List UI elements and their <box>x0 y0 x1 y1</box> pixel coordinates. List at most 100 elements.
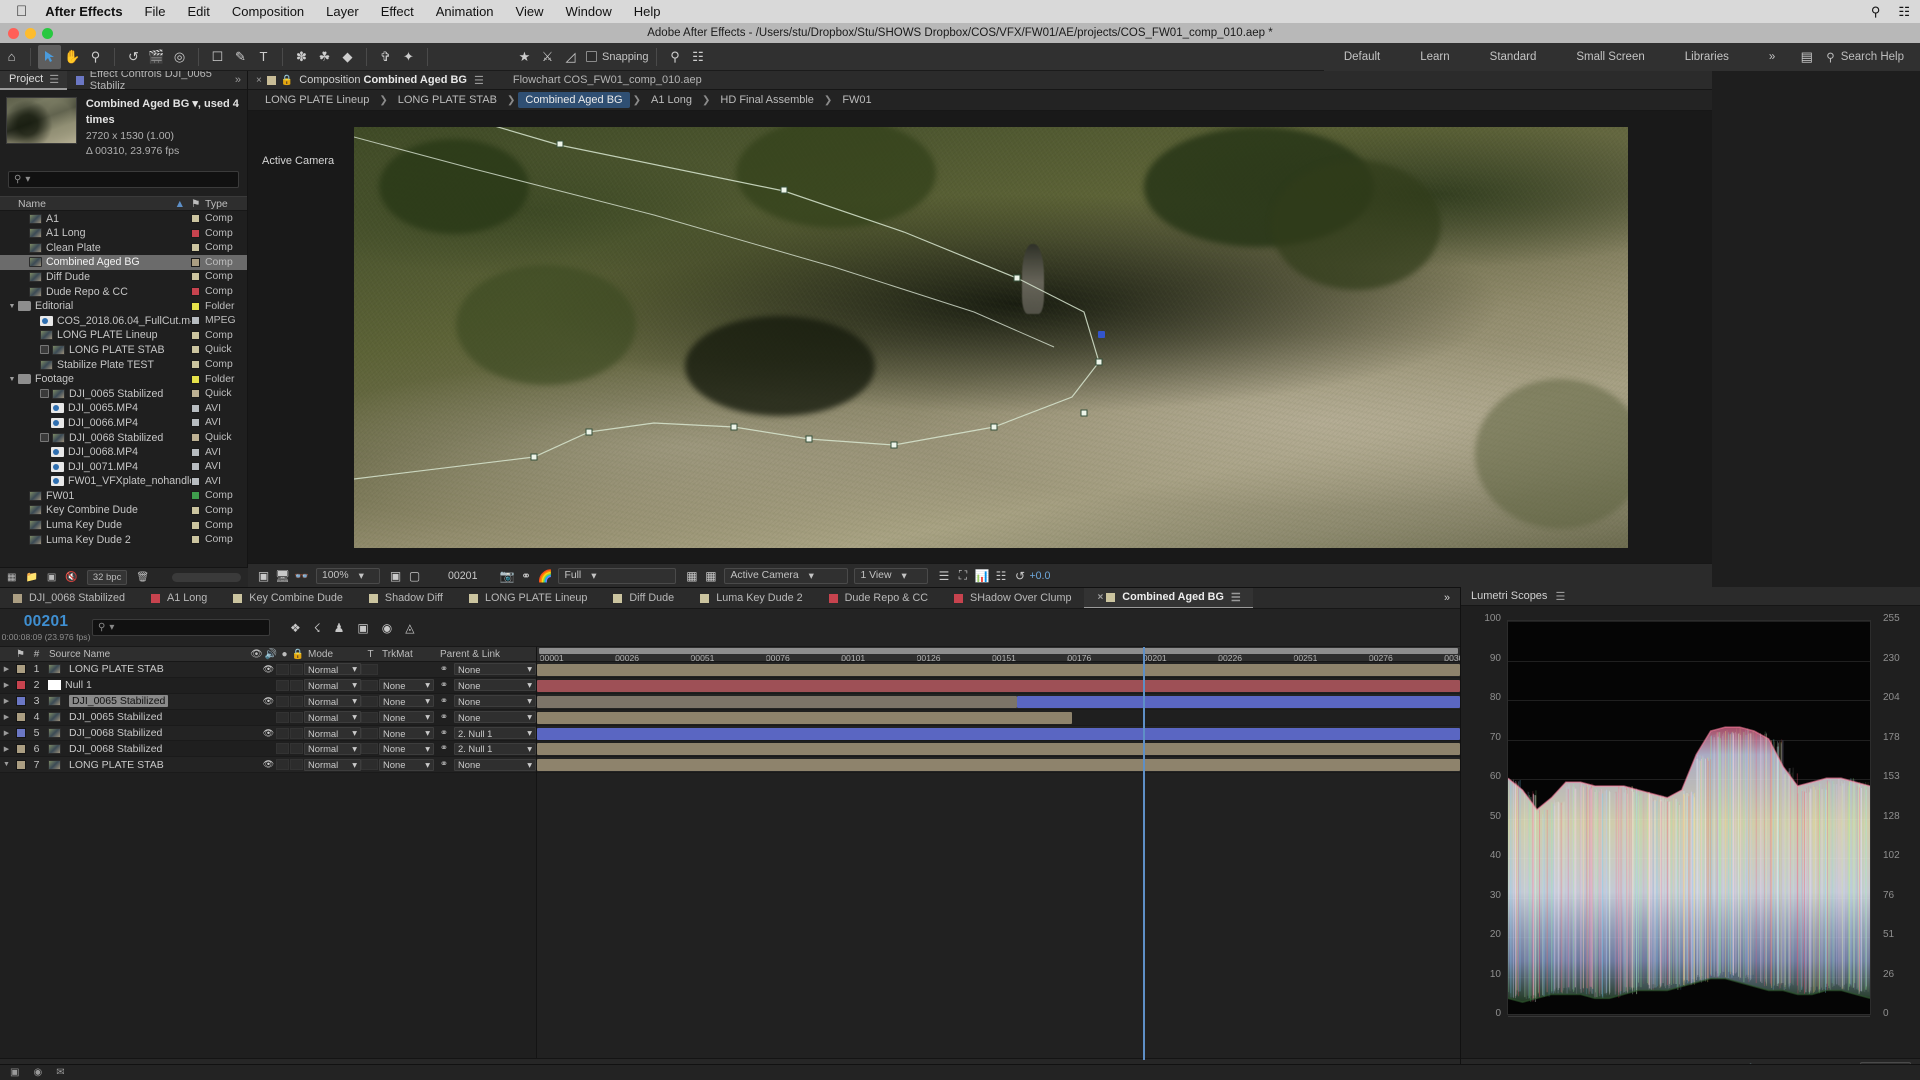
label-color-swatch[interactable] <box>191 521 205 530</box>
layer-trkmat-select[interactable]: None▾ <box>379 727 434 739</box>
project-item[interactable]: Clean PlateComp <box>0 241 247 256</box>
chevron-down-icon[interactable]: ▾ <box>25 174 30 185</box>
breadcrumb-item-5[interactable]: FW01 <box>835 92 878 108</box>
main-monitor-icon[interactable]: 🖥 <box>273 569 292 583</box>
timeline-tab[interactable]: DJI_0068 Stabilized <box>0 588 138 609</box>
solo-toggle[interactable] <box>290 743 303 754</box>
project-item-list[interactable]: A1CompA1 LongCompClean PlateCompCombined… <box>0 211 247 549</box>
show-snapshot-icon[interactable]: ⚭ <box>516 569 535 583</box>
menu-animation[interactable]: Animation <box>436 4 494 19</box>
draft-3d-icon[interactable]: ☇ <box>314 621 321 635</box>
layer-label-swatch[interactable] <box>13 760 28 770</box>
project-item[interactable]: DJI_0065.MP4AVI <box>0 401 247 416</box>
layer-mode-select[interactable]: Normal▾ <box>304 759 361 771</box>
layer-bar[interactable] <box>537 743 1460 755</box>
type-icon[interactable]: T <box>252 45 275 69</box>
layer-parent-select[interactable]: None▾ <box>454 663 536 675</box>
current-time-display[interactable]: 00201 0:00:08:09 (23.976 fps) <box>0 613 92 642</box>
hide-shy-layers-icon[interactable]: ♟ <box>334 621 345 635</box>
menu-edit[interactable]: Edit <box>188 4 210 19</box>
timeline-tab[interactable]: A1 Long <box>138 588 220 609</box>
layer-search-input[interactable]: ⚲ ▾ <box>92 619 270 636</box>
layer-twirl-icon[interactable]: ▶ <box>0 713 13 721</box>
mask-path-overlay[interactable] <box>354 127 1628 548</box>
puppet-position-icon[interactable]: ★ <box>513 45 536 69</box>
composition-tab-title[interactable]: Composition Combined Aged BG <box>299 74 467 86</box>
project-item[interactable]: COS_2018.06.04_FullCut.m4vMPEG <box>0 313 247 328</box>
layer-trkmat-select[interactable]: None▾ <box>379 711 434 723</box>
project-item[interactable]: DJI_0068.MP4AVI <box>0 445 247 460</box>
anchor-point-icon[interactable]: ◎ <box>168 45 191 69</box>
video-toggle-icon[interactable]: 👁 <box>261 696 276 707</box>
resolution-select[interactable]: Full ▾ <box>558 568 676 584</box>
exposure-value[interactable]: +0.0 <box>1029 570 1050 582</box>
label-color-swatch[interactable] <box>191 375 205 384</box>
finder-icon[interactable]: ▣ <box>10 1067 19 1078</box>
control-center-icon[interactable]: ☷ <box>1898 4 1910 20</box>
layer-bar[interactable] <box>1017 696 1460 708</box>
breadcrumb-item-4[interactable]: HD Final Assemble <box>713 92 821 108</box>
layer-twirl-icon[interactable]: ▶ <box>0 697 13 705</box>
timeline-tab[interactable]: Shadow Diff <box>356 588 456 609</box>
parent-pickwhip-icon[interactable]: ⚭ <box>434 664 454 675</box>
panel-menu-icon[interactable]: ☰ <box>49 73 58 86</box>
audio-toggle[interactable] <box>276 664 289 675</box>
layer-rows[interactable]: ▶1LONG PLATE STAB👁Normal▾▾⚭None▾▶2Null 1… <box>0 662 536 773</box>
rectangle-icon[interactable]: ☐ <box>206 45 229 69</box>
preserve-transparency-toggle[interactable] <box>361 712 378 723</box>
timeline-layer-row[interactable]: ▶2Null 1Normal▾None▾⚭None▾ <box>0 678 536 694</box>
timeline-layer-row[interactable]: ▶1LONG PLATE STAB👁Normal▾▾⚭None▾ <box>0 662 536 678</box>
pen-icon[interactable]: ✎ <box>229 45 252 69</box>
clone-stamp-icon[interactable]: ☘ <box>313 45 336 69</box>
project-item[interactable]: FW01_VFXplate_nohandles_01.mp4AVI <box>0 474 247 489</box>
chevron-down-icon[interactable]: ▾ <box>109 622 114 633</box>
label-color-swatch[interactable] <box>191 316 205 325</box>
region-of-interest-icon[interactable]: ▣ <box>386 569 405 583</box>
transparency-grid-icon[interactable]: ▢ <box>405 569 424 583</box>
layer-parent-select[interactable]: None▾ <box>454 711 536 723</box>
motion-blur-icon[interactable]: ◉ <box>382 621 392 635</box>
minimize-button[interactable] <box>25 28 36 39</box>
workspace-standard[interactable]: Standard <box>1470 51 1557 63</box>
layer-trkmat-select[interactable]: None▾ <box>379 679 434 691</box>
solo-toggle[interactable] <box>290 759 303 770</box>
audio-toggle[interactable] <box>276 759 289 770</box>
project-item[interactable]: DJI_0066.MP4AVI <box>0 416 247 431</box>
flowchart-icon[interactable]: 📊 <box>972 569 991 583</box>
menu-composition[interactable]: Composition <box>232 4 304 19</box>
layer-parent-select[interactable]: None▾ <box>454 759 536 771</box>
column-source-name[interactable]: Source Name <box>45 649 249 660</box>
layer-bars-area[interactable] <box>537 662 1460 773</box>
panel-menu-icon[interactable]: ☰ <box>467 74 483 87</box>
timeline-tab[interactable]: LONG PLATE Lineup <box>456 588 600 609</box>
window-traffic-lights[interactable] <box>8 23 53 43</box>
lock-icon[interactable]: 🔒 <box>281 75 293 86</box>
solo-toggle[interactable] <box>290 680 303 691</box>
zoom-icon[interactable]: ⚲ <box>84 45 107 69</box>
preserve-transparency-toggle[interactable] <box>361 680 378 691</box>
label-color-swatch[interactable] <box>191 258 205 267</box>
composition-viewer[interactable] <box>354 127 1628 548</box>
project-item[interactable]: ▼EditorialFolder <box>0 299 247 314</box>
new-comp-icon[interactable]: ▦ <box>7 572 16 583</box>
layer-mode-select[interactable]: Normal▾ <box>304 679 361 691</box>
project-item[interactable]: A1Comp <box>0 211 247 226</box>
magnification-select[interactable]: 100% ▾ <box>316 568 380 584</box>
puppet-bend-icon[interactable]: ◿ <box>559 45 582 69</box>
label-color-swatch[interactable] <box>191 302 205 311</box>
parent-pickwhip-icon[interactable]: ⚭ <box>434 696 454 707</box>
timeline-tab[interactable]: ×Combined Aged BG☰ <box>1084 588 1252 609</box>
breadcrumb-item-1[interactable]: LONG PLATE STAB <box>391 92 504 108</box>
composition-mini-flowchart-icon[interactable]: ❖ <box>290 621 301 635</box>
label-color-swatch[interactable] <box>191 448 205 457</box>
workspace-overflow-icon[interactable]: » <box>1749 51 1795 63</box>
selection-arrow-icon[interactable] <box>38 45 61 69</box>
menu-app-name[interactable]: After Effects <box>45 4 122 19</box>
workspace-libraries[interactable]: Libraries <box>1665 51 1749 63</box>
label-color-swatch[interactable] <box>191 214 205 223</box>
preserve-transparency-toggle[interactable] <box>361 759 378 770</box>
channel-icon[interactable]: 🌈 <box>535 569 554 583</box>
brush-icon[interactable]: ✽ <box>290 45 313 69</box>
label-color-swatch[interactable] <box>191 535 205 544</box>
column-type[interactable]: Type <box>205 198 247 210</box>
